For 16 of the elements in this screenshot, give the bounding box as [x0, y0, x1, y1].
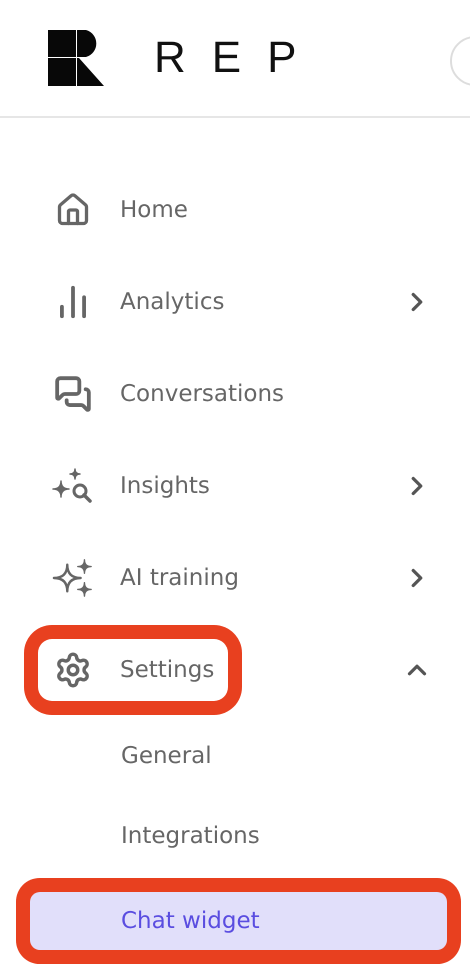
nav-item[interactable]: Analytics — [38, 271, 238, 333]
sparkle-search-icon — [52, 466, 94, 506]
logo-icon — [48, 30, 106, 86]
nav-item[interactable]: Conversations — [38, 363, 298, 425]
nav-item[interactable]: Insights — [38, 454, 224, 518]
nav-item[interactable]: Settings — [38, 639, 228, 701]
sparkles-icon — [52, 556, 94, 600]
sub-nav-item[interactable]: Chat widget — [30, 892, 447, 950]
sub-nav-item[interactable]: General — [0, 743, 470, 769]
settings-icon — [54, 651, 92, 689]
sub-nav-item[interactable]: Integrations — [0, 823, 470, 849]
brand-name: REP — [154, 33, 322, 83]
home-icon — [55, 192, 91, 228]
nav-item[interactable]: AI training — [38, 544, 253, 612]
chat-icon — [54, 375, 92, 413]
nav-item[interactable]: Home — [38, 180, 202, 240]
